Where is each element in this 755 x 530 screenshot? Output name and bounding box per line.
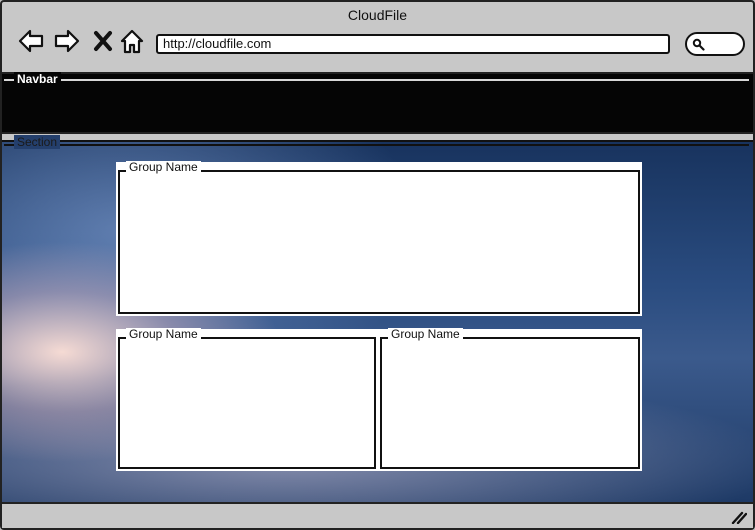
- stop-button[interactable]: [88, 26, 118, 56]
- url-input[interactable]: http://cloudfile.com: [156, 34, 670, 54]
- forward-arrow-icon: [54, 29, 80, 53]
- back-button[interactable]: [16, 26, 46, 56]
- resize-grip-icon[interactable]: [731, 510, 747, 524]
- navbar-label: Navbar: [14, 72, 61, 86]
- group-name-label: Group Name: [126, 161, 201, 173]
- browser-window: CloudFile http://cloudfile.com Navbar Se…: [0, 0, 755, 530]
- home-button[interactable]: [117, 26, 147, 56]
- status-bar: [2, 502, 753, 528]
- group-panel-bottom-left: Group Name: [116, 328, 378, 471]
- forward-button[interactable]: [52, 26, 82, 56]
- back-arrow-icon: [18, 29, 44, 53]
- group-panel-top: Group Name: [116, 161, 642, 316]
- group-name-label: Group Name: [126, 328, 201, 340]
- search-icon: [692, 38, 705, 51]
- group-panel-bottom-right: Group Name: [378, 328, 642, 471]
- browser-toolbar: http://cloudfile.com: [2, 24, 753, 64]
- content-section: Section Group Name Group Name Group Name: [2, 135, 753, 502]
- section-label: Section: [14, 135, 61, 149]
- navbar-divider: [4, 79, 749, 81]
- home-icon: [120, 29, 144, 54]
- group-panel-frame: [380, 337, 640, 469]
- group-panel-frame: [118, 170, 640, 314]
- close-icon: [94, 31, 112, 51]
- group-name-label: Group Name: [388, 328, 463, 340]
- navbar: Navbar: [2, 72, 753, 134]
- section-divider: [4, 144, 749, 146]
- group-panel-frame: [118, 337, 376, 469]
- search-button[interactable]: [685, 32, 745, 56]
